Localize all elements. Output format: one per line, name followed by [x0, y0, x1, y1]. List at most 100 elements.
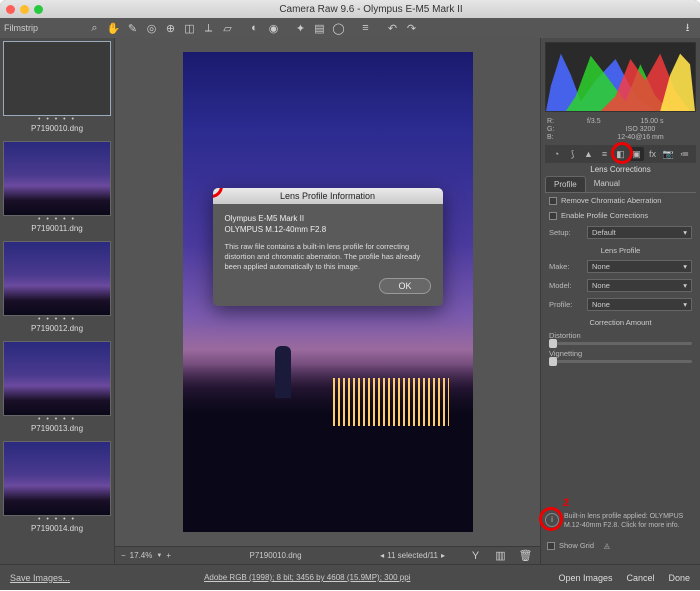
- split-panel-icon[interactable]: ◧: [614, 147, 628, 161]
- filmstrip-thumb[interactable]: • • • • •P7190013.dng: [3, 341, 111, 435]
- tab-profile[interactable]: Profile: [545, 176, 586, 192]
- info-icon[interactable]: i: [545, 513, 559, 527]
- minimize-window-button[interactable]: [20, 5, 29, 14]
- correction-amount-heading: Correction Amount: [541, 314, 700, 329]
- panel-tabs: ◔ ⟆ ▲ ≡ ◧ ▣ fx 📷 ≔: [545, 145, 696, 163]
- workflow-options-link[interactable]: Adobe RGB (1998); 8 bit; 3456 by 4608 (1…: [204, 573, 410, 582]
- selection-count: 11 selected/11: [387, 551, 438, 560]
- distortion-label: Distortion: [549, 331, 692, 340]
- right-panel: R:f/3.515.00 s G:ISO 3200 B:12-40@16 mm …: [540, 38, 700, 564]
- done-button[interactable]: Done: [669, 573, 691, 583]
- color-sampler-tool-icon[interactable]: ◎: [143, 20, 160, 37]
- preferences-icon[interactable]: ≡: [357, 20, 374, 37]
- window-title: Camera Raw 9.6 - Olympus E-M5 Mark II: [48, 4, 694, 15]
- graduated-filter-tool-icon[interactable]: ▤: [311, 20, 328, 37]
- detail-panel-icon[interactable]: ▲: [582, 147, 596, 161]
- hand-tool-icon[interactable]: ✋: [105, 20, 122, 37]
- toggle-mark-icon[interactable]: ⭳: [679, 20, 696, 37]
- filmstrip-thumb[interactable]: • • • • •P7190012.dng: [3, 241, 111, 335]
- basic-panel-icon[interactable]: ◔: [550, 147, 564, 161]
- distortion-slider[interactable]: [549, 342, 692, 345]
- status-filename: P7190010.dng: [179, 551, 372, 560]
- checkbox-label: Enable Profile Corrections: [561, 211, 648, 220]
- lens-profile-heading: Lens Profile: [541, 242, 700, 257]
- camera-panel-icon[interactable]: 📷: [662, 147, 676, 161]
- zoom-tool-icon[interactable]: ⌕: [86, 20, 103, 37]
- presets-panel-icon[interactable]: ≔: [678, 147, 692, 161]
- hsl-panel-icon[interactable]: ≡: [598, 147, 612, 161]
- thumb-name: P7190013.dng: [3, 423, 111, 435]
- straighten-tool-icon[interactable]: ⟂: [200, 20, 217, 37]
- make-label: Make:: [549, 262, 581, 271]
- filmstrip-thumb[interactable]: • • • • •P7190011.dng: [3, 141, 111, 235]
- spot-removal-tool-icon[interactable]: ◐: [246, 20, 263, 37]
- panel-name: Lens Corrections: [541, 163, 700, 176]
- dialog-lens: OLYMPUS M.12-40mm F2.8: [225, 225, 431, 235]
- histogram[interactable]: [545, 42, 696, 112]
- dialog-description: This raw file contains a built-in lens p…: [225, 242, 431, 272]
- zoom-in-icon[interactable]: +: [166, 551, 171, 560]
- prev-image-icon[interactable]: ◂: [380, 551, 384, 560]
- statusbar: −17.4%▼+ P7190010.dng ◂11 selected/11▸ Y…: [115, 546, 540, 564]
- app-window: Camera Raw 9.6 - Olympus E-M5 Mark II Fi…: [0, 0, 700, 590]
- tab-manual[interactable]: Manual: [586, 176, 628, 192]
- fx-panel-icon[interactable]: fx: [646, 147, 660, 161]
- vignetting-slider[interactable]: [549, 360, 692, 363]
- filmstrip-thumb[interactable]: • • • • •P7190010.dng: [3, 41, 111, 135]
- checkbox-enable-pc[interactable]: [549, 212, 557, 220]
- model-label: Model:: [549, 281, 581, 290]
- model-select[interactable]: None▾: [587, 279, 692, 292]
- filmstrip-label: Filmstrip: [4, 23, 84, 33]
- thumb-name: P7190011.dng: [3, 223, 111, 235]
- setup-select[interactable]: Default▾: [587, 226, 692, 239]
- dialog-title: Lens Profile Information: [213, 188, 443, 204]
- thumb-name: P7190012.dng: [3, 323, 111, 335]
- crop-tool-icon[interactable]: ◫: [181, 20, 198, 37]
- target-adjust-tool-icon[interactable]: ⊕: [162, 20, 179, 37]
- rotate-cw-icon[interactable]: ↷: [403, 20, 420, 37]
- cancel-button[interactable]: Cancel: [626, 573, 654, 583]
- info-text: Built-in lens profile applied: OLYMPUS M…: [564, 513, 696, 530]
- rotate-ccw-icon[interactable]: ↶: [384, 20, 401, 37]
- zoom-window-button[interactable]: [34, 5, 43, 14]
- footer: Save Images... Adobe RGB (1998); 8 bit; …: [0, 564, 700, 590]
- trash-icon[interactable]: 🗑: [517, 547, 534, 564]
- setup-label: Setup:: [549, 228, 581, 237]
- checkbox-label: Remove Chromatic Aberration: [561, 196, 661, 205]
- checkbox-show-grid[interactable]: [547, 542, 555, 550]
- dialog-ok-button[interactable]: OK: [379, 278, 430, 294]
- radial-filter-tool-icon[interactable]: ◯: [330, 20, 347, 37]
- exif-readout: R:f/3.515.00 s G:ISO 3200 B:12-40@16 mm: [541, 116, 700, 143]
- lens-profile-info[interactable]: i Built-in lens profile applied: OLYMPUS…: [545, 513, 696, 530]
- titlebar: Camera Raw 9.6 - Olympus E-M5 Mark II: [0, 0, 700, 18]
- overlay-icon[interactable]: ◬: [604, 541, 610, 550]
- lens-profile-dialog: 3 Lens Profile Information Olympus E-M5 …: [213, 188, 443, 306]
- dialog-camera: Olympus E-M5 Mark II: [225, 214, 431, 224]
- zoom-value[interactable]: 17.4%: [130, 551, 153, 560]
- annotation-label: 2: [563, 497, 569, 510]
- filmstrip: • • • • •P7190010.dng • • • • •P7190011.…: [0, 38, 115, 564]
- preview[interactable]: 3 Lens Profile Information Olympus E-M5 …: [115, 38, 540, 546]
- profile-label: Profile:: [549, 300, 581, 309]
- save-images-button[interactable]: Save Images...: [10, 573, 70, 583]
- white-balance-tool-icon[interactable]: ✎: [124, 20, 141, 37]
- main-area: 3 Lens Profile Information Olympus E-M5 …: [115, 38, 540, 564]
- curve-panel-icon[interactable]: ⟆: [566, 147, 580, 161]
- close-window-button[interactable]: [6, 5, 15, 14]
- filmstrip-thumb[interactable]: • • • • •P7190014.dng: [3, 441, 111, 535]
- adjustment-brush-tool-icon[interactable]: ✦: [292, 20, 309, 37]
- lens-panel-icon[interactable]: ▣: [630, 147, 644, 161]
- checkbox-remove-ca[interactable]: [549, 197, 557, 205]
- show-grid-label: Show Grid: [559, 541, 594, 550]
- transform-tool-icon[interactable]: ▱: [219, 20, 236, 37]
- open-images-button[interactable]: Open Images: [558, 573, 612, 583]
- compare-mode-icon[interactable]: Y: [467, 547, 484, 564]
- next-image-icon[interactable]: ▸: [441, 551, 445, 560]
- toolbar: Filmstrip ⌕ ✋ ✎ ◎ ⊕ ◫ ⟂ ▱ ◐ ◉ ✦ ▤ ◯ ≡ ↶ …: [0, 18, 700, 38]
- zoom-out-icon[interactable]: −: [121, 551, 126, 560]
- redeye-tool-icon[interactable]: ◉: [265, 20, 282, 37]
- vignetting-label: Vignetting: [549, 349, 692, 358]
- make-select[interactable]: None▾: [587, 260, 692, 273]
- views-icon[interactable]: ▥: [492, 547, 509, 564]
- profile-select[interactable]: None▾: [587, 298, 692, 311]
